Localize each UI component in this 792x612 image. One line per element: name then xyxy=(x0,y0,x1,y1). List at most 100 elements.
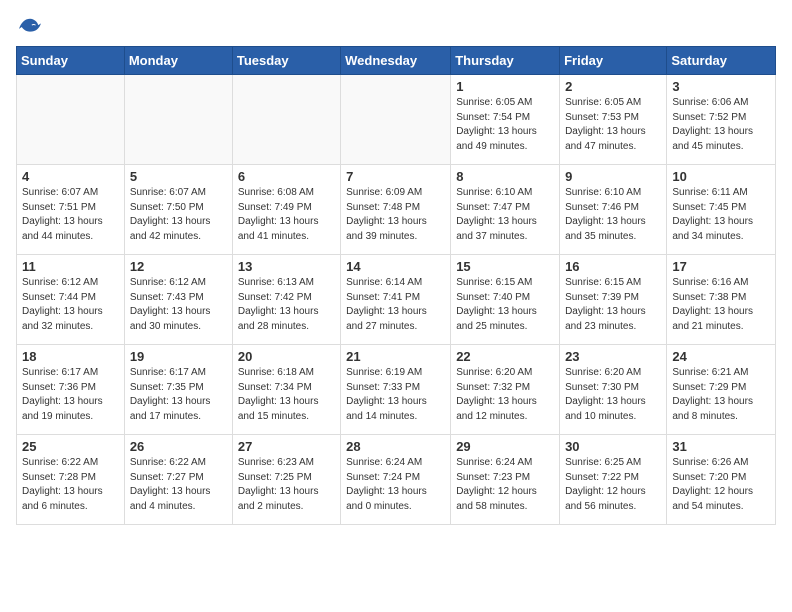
calendar-cell: 23 Sunrise: 6:20 AM Sunset: 7:30 PM Dayli… xyxy=(560,345,667,435)
day-number: 3 xyxy=(672,79,770,94)
calendar-header-row: SundayMondayTuesdayWednesdayThursdayFrid… xyxy=(17,47,776,75)
day-info: Sunrise: 6:09 AM Sunset: 7:48 PM Dayligh… xyxy=(346,186,445,244)
calendar-cell: 2Sunrise: 6:05 AM Sunset: 7:53 PM Daylig… xyxy=(560,75,667,165)
calendar-cell: 17 Sunrise: 6:16 AM Sunset: 7:38 PM Dayli… xyxy=(667,255,776,345)
day-number: 5 xyxy=(130,169,227,184)
day-number: 25 xyxy=(22,439,119,454)
day-info: Sunrise: 6:22 AM Sunset: 7:27 PM Dayligh… xyxy=(130,456,227,514)
day-number: 28 xyxy=(346,439,445,454)
week-row-1: 1 Sunrise: 6:05 AM Sunset: 7:54 PM Daylig… xyxy=(17,75,776,165)
calendar-cell: 9 Sunrise: 6:10 AM Sunset: 7:46 PM Daylig… xyxy=(560,165,667,255)
calendar-cell xyxy=(341,75,451,165)
day-info: Sunrise: 6:20 AM Sunset: 7:30 PM Dayligh… xyxy=(565,366,661,424)
day-info: Sunrise: 6:08 AM Sunset: 7:49 PM Dayligh… xyxy=(238,186,335,244)
calendar-cell: 24 Sunrise: 6:21 AM Sunset: 7:29 PM Dayli… xyxy=(667,345,776,435)
calendar-cell: 15 Sunrise: 6:15 AM Sunset: 7:40 PM Dayli… xyxy=(451,255,560,345)
day-number: 16 xyxy=(565,259,661,274)
calendar-cell: 26 Sunrise: 6:22 AM Sunset: 7:27 PM Dayli… xyxy=(124,435,232,525)
day-info: Sunrise: 6:19 AM Sunset: 7:33 PM Dayligh… xyxy=(346,366,445,424)
header-day-friday: Friday xyxy=(560,47,667,75)
header-day-tuesday: Tuesday xyxy=(232,47,340,75)
calendar-cell: 5 Sunrise: 6:07 AM Sunset: 7:50 PM Daylig… xyxy=(124,165,232,255)
day-info: Sunrise: 6:10 AM Sunset: 7:47 PM Dayligh… xyxy=(456,186,554,244)
day-info: Sunrise: 6:25 AM Sunset: 7:22 PM Dayligh… xyxy=(565,456,661,514)
day-number: 27 xyxy=(238,439,335,454)
calendar-cell: 18 Sunrise: 6:17 AM Sunset: 7:36 PM Dayli… xyxy=(17,345,125,435)
calendar-cell: 22 Sunrise: 6:20 AM Sunset: 7:32 PM Dayli… xyxy=(451,345,560,435)
calendar-table: SundayMondayTuesdayWednesdayThursdayFrid… xyxy=(16,46,776,525)
header-day-wednesday: Wednesday xyxy=(341,47,451,75)
day-number: 13 xyxy=(238,259,335,274)
calendar-cell: 27Sunrise: 6:23 AM Sunset: 7:25 PM Dayli… xyxy=(232,435,340,525)
day-number: 2 xyxy=(565,79,661,94)
logo-bird-icon xyxy=(19,16,41,38)
day-number: 14 xyxy=(346,259,445,274)
day-info: Sunrise: 6:16 AM Sunset: 7:38 PM Dayligh… xyxy=(672,276,770,334)
week-row-4: 18 Sunrise: 6:17 AM Sunset: 7:36 PM Dayli… xyxy=(17,345,776,435)
day-info: Sunrise: 6:07 AM Sunset: 7:50 PM Dayligh… xyxy=(130,186,227,244)
day-info: Sunrise: 6:18 AM Sunset: 7:34 PM Dayligh… xyxy=(238,366,335,424)
day-info: Sunrise: 6:17 AM Sunset: 7:36 PM Dayligh… xyxy=(22,366,119,424)
calendar-cell: 13 Sunrise: 6:13 AM Sunset: 7:42 PM Dayli… xyxy=(232,255,340,345)
day-number: 21 xyxy=(346,349,445,364)
day-number: 7 xyxy=(346,169,445,184)
calendar-cell: 1 Sunrise: 6:05 AM Sunset: 7:54 PM Daylig… xyxy=(451,75,560,165)
calendar-cell: 16Sunrise: 6:15 AM Sunset: 7:39 PM Dayli… xyxy=(560,255,667,345)
day-number: 10 xyxy=(672,169,770,184)
header-day-monday: Monday xyxy=(124,47,232,75)
logo xyxy=(16,16,41,34)
day-number: 23 xyxy=(565,349,661,364)
day-number: 15 xyxy=(456,259,554,274)
day-info: Sunrise: 6:15 AM Sunset: 7:40 PM Dayligh… xyxy=(456,276,554,334)
calendar-cell: 31 Sunrise: 6:26 AM Sunset: 7:20 PM Dayli… xyxy=(667,435,776,525)
day-number: 17 xyxy=(672,259,770,274)
day-info: Sunrise: 6:21 AM Sunset: 7:29 PM Dayligh… xyxy=(672,366,770,424)
calendar-cell xyxy=(232,75,340,165)
calendar-cell: 10 Sunrise: 6:11 AM Sunset: 7:45 PM Dayli… xyxy=(667,165,776,255)
day-info: Sunrise: 6:11 AM Sunset: 7:45 PM Dayligh… xyxy=(672,186,770,244)
day-number: 29 xyxy=(456,439,554,454)
calendar-cell: 19 Sunrise: 6:17 AM Sunset: 7:35 PM Dayli… xyxy=(124,345,232,435)
calendar-cell: 28Sunrise: 6:24 AM Sunset: 7:24 PM Dayli… xyxy=(341,435,451,525)
day-number: 31 xyxy=(672,439,770,454)
header-day-saturday: Saturday xyxy=(667,47,776,75)
calendar-cell: 14 Sunrise: 6:14 AM Sunset: 7:41 PM Dayli… xyxy=(341,255,451,345)
header-day-sunday: Sunday xyxy=(17,47,125,75)
day-number: 11 xyxy=(22,259,119,274)
day-info: Sunrise: 6:13 AM Sunset: 7:42 PM Dayligh… xyxy=(238,276,335,334)
day-info: Sunrise: 6:14 AM Sunset: 7:41 PM Dayligh… xyxy=(346,276,445,334)
calendar-cell: 6 Sunrise: 6:08 AM Sunset: 7:49 PM Daylig… xyxy=(232,165,340,255)
day-number: 24 xyxy=(672,349,770,364)
day-number: 8 xyxy=(456,169,554,184)
day-number: 30 xyxy=(565,439,661,454)
day-number: 1 xyxy=(456,79,554,94)
day-number: 18 xyxy=(22,349,119,364)
day-info: Sunrise: 6:24 AM Sunset: 7:23 PM Dayligh… xyxy=(456,456,554,514)
day-info: Sunrise: 6:12 AM Sunset: 7:44 PM Dayligh… xyxy=(22,276,119,334)
day-number: 12 xyxy=(130,259,227,274)
calendar-cell xyxy=(124,75,232,165)
day-info: Sunrise: 6:20 AM Sunset: 7:32 PM Dayligh… xyxy=(456,366,554,424)
calendar-cell: 20Sunrise: 6:18 AM Sunset: 7:34 PM Dayli… xyxy=(232,345,340,435)
day-info: Sunrise: 6:22 AM Sunset: 7:28 PM Dayligh… xyxy=(22,456,119,514)
day-number: 26 xyxy=(130,439,227,454)
day-number: 6 xyxy=(238,169,335,184)
header xyxy=(16,16,776,34)
day-number: 19 xyxy=(130,349,227,364)
day-number: 22 xyxy=(456,349,554,364)
calendar-cell: 29 Sunrise: 6:24 AM Sunset: 7:23 PM Dayli… xyxy=(451,435,560,525)
calendar-cell: 4Sunrise: 6:07 AM Sunset: 7:51 PM Daylig… xyxy=(17,165,125,255)
calendar-cell: 25 Sunrise: 6:22 AM Sunset: 7:28 PM Dayli… xyxy=(17,435,125,525)
day-info: Sunrise: 6:05 AM Sunset: 7:54 PM Dayligh… xyxy=(456,96,554,154)
calendar-cell: 21 Sunrise: 6:19 AM Sunset: 7:33 PM Dayli… xyxy=(341,345,451,435)
calendar-cell: 30 Sunrise: 6:25 AM Sunset: 7:22 PM Dayli… xyxy=(560,435,667,525)
day-info: Sunrise: 6:17 AM Sunset: 7:35 PM Dayligh… xyxy=(130,366,227,424)
calendar-cell xyxy=(17,75,125,165)
day-info: Sunrise: 6:26 AM Sunset: 7:20 PM Dayligh… xyxy=(672,456,770,514)
calendar-cell: 3Sunrise: 6:06 AM Sunset: 7:52 PM Daylig… xyxy=(667,75,776,165)
week-row-5: 25 Sunrise: 6:22 AM Sunset: 7:28 PM Dayli… xyxy=(17,435,776,525)
day-info: Sunrise: 6:10 AM Sunset: 7:46 PM Dayligh… xyxy=(565,186,661,244)
day-info: Sunrise: 6:12 AM Sunset: 7:43 PM Dayligh… xyxy=(130,276,227,334)
week-row-2: 4Sunrise: 6:07 AM Sunset: 7:51 PM Daylig… xyxy=(17,165,776,255)
day-number: 9 xyxy=(565,169,661,184)
